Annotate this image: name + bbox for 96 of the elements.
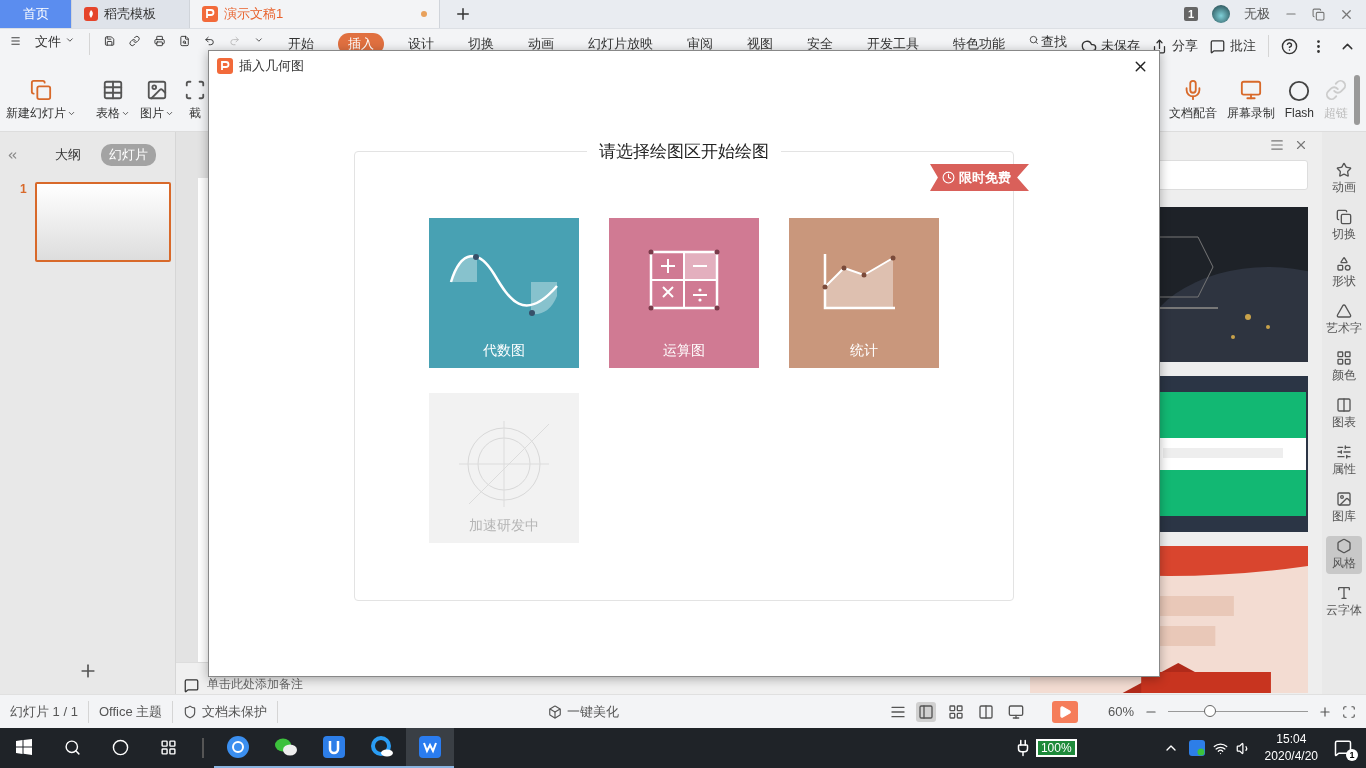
sidebar-icon xyxy=(1336,256,1352,272)
windows-icon xyxy=(16,739,32,755)
app-logo-icon xyxy=(217,58,233,74)
share-icon[interactable] xyxy=(1152,38,1167,54)
notes-icon xyxy=(184,678,199,693)
ribbon-icon xyxy=(30,78,52,101)
sidebar-icon xyxy=(1336,209,1352,225)
scrollbar[interactable] xyxy=(1354,75,1360,125)
file-menu[interactable]: 文件 xyxy=(35,33,62,51)
ribbon-button[interactable]: Flash xyxy=(1284,80,1314,120)
sidebar-item[interactable]: 动画 xyxy=(1326,160,1362,198)
search-icon[interactable] xyxy=(1029,33,1039,47)
theme-name[interactable]: Office 主题 xyxy=(98,702,163,721)
avatar[interactable] xyxy=(1212,5,1230,23)
zoom-level[interactable]: 60% xyxy=(1107,704,1134,719)
preview-icon[interactable] xyxy=(179,33,191,49)
sidebar-item[interactable]: 艺术字 xyxy=(1326,301,1362,339)
document-tab[interactable]: 稻壳模板 xyxy=(72,0,190,28)
cube-icon xyxy=(548,704,563,719)
sidebar-item[interactable]: 形状 xyxy=(1326,254,1362,292)
sidebar-item[interactable]: 颜色 xyxy=(1326,348,1362,386)
shield-icon xyxy=(183,704,198,719)
panel-tab[interactable]: 大纲 xyxy=(47,144,89,166)
ribbon-icon xyxy=(1325,78,1347,101)
user-name[interactable]: 无极 xyxy=(1244,5,1270,23)
ribbon-icon xyxy=(1288,80,1311,102)
panel-heading: 请选择绘图区开始绘图 xyxy=(587,140,781,163)
sidebar-icon xyxy=(1336,303,1352,319)
ribbon-icon xyxy=(146,78,168,101)
protection-status[interactable]: 文档未保护 xyxy=(202,702,268,721)
ribbon-icon xyxy=(102,78,124,101)
sidebar-icon xyxy=(1336,397,1352,413)
sidebar-item[interactable]: 切换 xyxy=(1326,207,1362,245)
search-icon[interactable] xyxy=(63,738,81,756)
notes-placeholder: 单击此处添加备注 xyxy=(207,676,303,693)
toolbar-link[interactable]: 批注 xyxy=(1230,37,1256,55)
sidebar-icon xyxy=(1336,491,1352,507)
toolbar-link[interactable]: 分享 xyxy=(1172,37,1198,55)
dialog-title: 插入几何图 xyxy=(239,57,304,75)
ribbon-button[interactable]: 新建幻灯片 xyxy=(6,78,76,122)
fit-icon[interactable] xyxy=(1342,704,1356,719)
sidebar-item[interactable]: 属性 xyxy=(1326,442,1362,480)
tray-app-icon[interactable] xyxy=(1188,740,1205,756)
task-view-icon[interactable] xyxy=(159,738,177,756)
app-icon xyxy=(322,735,346,759)
ribbon-icon xyxy=(1239,78,1262,101)
close-icon[interactable] xyxy=(1294,138,1308,152)
ribbon-button[interactable]: 表格 xyxy=(96,78,130,122)
battery-indicator[interactable]: 100% xyxy=(1035,739,1077,757)
sort-icon[interactable] xyxy=(1270,138,1284,152)
app-icon xyxy=(226,735,250,759)
new-tab-button[interactable] xyxy=(454,5,472,23)
app-icon xyxy=(418,735,442,759)
view-button[interactable] xyxy=(915,701,936,722)
notification-icon[interactable] xyxy=(1334,739,1352,757)
zoom-thumb[interactable] xyxy=(1204,704,1216,717)
cortana-icon[interactable] xyxy=(111,738,129,756)
play-icon xyxy=(1057,704,1072,719)
app-icon xyxy=(370,735,394,759)
ribbon-icon xyxy=(184,78,206,101)
clock-icon xyxy=(942,171,955,184)
sidebar-item[interactable]: 图库 xyxy=(1326,489,1362,527)
sidebar-icon xyxy=(1336,585,1352,601)
notification-count: 1 xyxy=(1346,749,1358,761)
window-count-badge: 1 xyxy=(1183,7,1198,21)
sidebar-icon xyxy=(1336,538,1352,554)
presentation-icon xyxy=(202,6,218,22)
flame-icon xyxy=(84,7,98,21)
taskbar-app[interactable] xyxy=(406,728,454,768)
print-icon[interactable] xyxy=(153,33,165,49)
graph-type-card: 加速研发中 xyxy=(429,393,579,543)
ribbon-button[interactable]: 文档配音 xyxy=(1168,78,1217,122)
sidebar-icon xyxy=(1336,444,1352,460)
sidebar-icon xyxy=(1336,350,1352,366)
ribbon-button[interactable]: 截 xyxy=(184,78,206,122)
zoom-in-icon[interactable] xyxy=(1318,704,1332,719)
link-icon[interactable] xyxy=(128,33,140,49)
clock[interactable]: 15:04 2020/4/20 xyxy=(1264,731,1318,765)
comment-icon[interactable] xyxy=(1210,38,1225,54)
ribbon-button[interactable]: 屏幕录制 xyxy=(1226,78,1275,122)
ribbon-button[interactable]: 图片 xyxy=(140,78,174,122)
sidebar-item[interactable]: 云字体 xyxy=(1326,583,1362,621)
sidebar-item[interactable]: 图表 xyxy=(1326,395,1362,433)
promo-ribbon: 限时免费 xyxy=(930,164,1029,191)
wifi-icon[interactable] xyxy=(1212,740,1228,756)
save-icon[interactable] xyxy=(103,33,115,49)
restore-button[interactable] xyxy=(1312,7,1325,21)
slide-thumbnail[interactable] xyxy=(34,182,171,262)
sidebar-item[interactable]: 风格 xyxy=(1326,536,1362,574)
sidebar-icon xyxy=(1336,162,1352,178)
slide-number: 1 xyxy=(20,182,27,196)
beautify-button[interactable]: 一键美化 xyxy=(567,702,620,721)
help-icon[interactable] xyxy=(1281,37,1298,55)
slide-count: 幻灯片 1 / 1 xyxy=(10,702,78,721)
search-label[interactable]: 查找 xyxy=(1040,33,1067,51)
slideshow-button[interactable] xyxy=(1051,700,1078,723)
